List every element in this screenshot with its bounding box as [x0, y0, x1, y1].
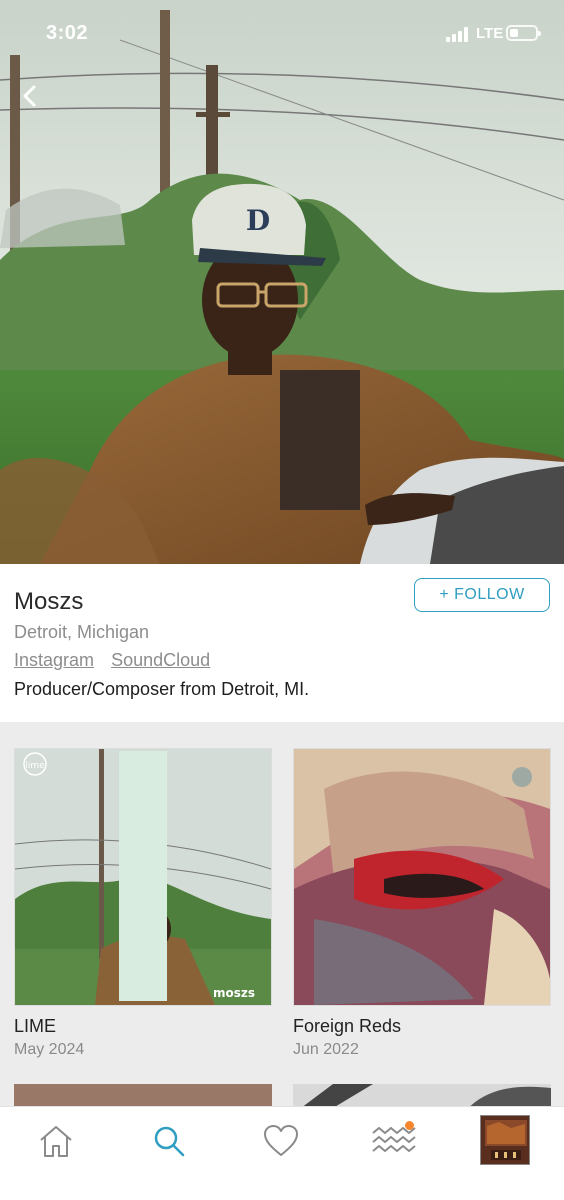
tab-favorites[interactable] [257, 1117, 305, 1165]
tab-search[interactable] [145, 1117, 193, 1165]
tab-feed[interactable] [370, 1117, 418, 1165]
search-icon [154, 1126, 185, 1157]
release-date: May 2024 [14, 1041, 85, 1058]
back-button[interactable] [14, 80, 46, 112]
cover-badge: lime [25, 761, 45, 771]
release-date: Jun 2022 [293, 1041, 359, 1058]
signal-icon [446, 26, 472, 42]
chevron-left-icon [23, 85, 36, 107]
cover-brand: moszs [213, 986, 255, 1000]
instagram-link[interactable]: Instagram [14, 650, 94, 670]
release-cover: lime moszs [14, 748, 272, 1006]
release-card-partial[interactable] [14, 1084, 272, 1106]
release-card-lime[interactable]: lime moszs LIME May 2024 [14, 748, 272, 1059]
status-bar: 3:02 LTE [0, 0, 564, 66]
artist-location: Detroit, Michigan [14, 622, 150, 642]
release-title: LIME [14, 1016, 57, 1036]
status-time: 3:02 [46, 22, 89, 44]
home-icon [40, 1126, 72, 1157]
artist-links: Instagram SoundCloud [14, 650, 222, 671]
heart-icon [264, 1125, 298, 1156]
release-card-partial[interactable] [293, 1084, 551, 1106]
release-title: Foreign Reds [293, 1016, 402, 1036]
artist-hero-photo: D [0, 0, 564, 564]
tab-bar [0, 1106, 564, 1200]
release-card-foreign-reds[interactable]: Foreign Reds Jun 2022 [293, 748, 551, 1059]
network-type: LTE [476, 25, 504, 42]
now-playing-thumbnail[interactable] [480, 1115, 530, 1165]
artist-bio: Producer/Composer from Detroit, MI. [14, 679, 310, 699]
release-cover [293, 748, 551, 1006]
svg-text:D: D [246, 204, 270, 237]
tab-home[interactable] [32, 1117, 80, 1165]
battery-icon [506, 25, 541, 41]
soundcloud-link[interactable]: SoundCloud [111, 650, 210, 670]
artist-name: Moszs [14, 588, 84, 615]
notification-dot [405, 1121, 414, 1130]
follow-button[interactable]: + FOLLOW [414, 578, 550, 612]
releases-grid: lime moszs LIME May 2024 Foreign Reds Ju… [0, 722, 564, 1106]
artist-profile: Moszs + FOLLOW Detroit, Michigan Instagr… [0, 564, 564, 722]
